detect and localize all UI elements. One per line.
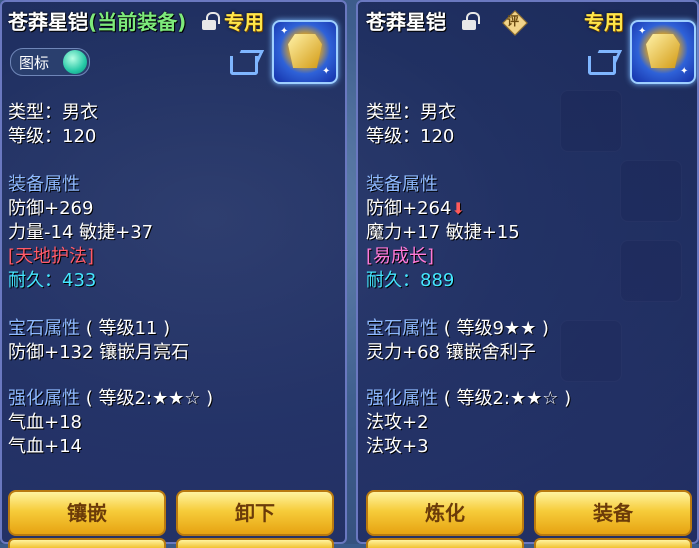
attr-defense: 防御+269 — [8, 198, 94, 219]
equipped-tag: (当前装备) — [88, 10, 187, 34]
enhance-attr-1: 气血+18 — [8, 412, 82, 433]
enhance-attr-row: 强化属性 ( 等级2:★★☆ ) — [8, 384, 213, 410]
gem-attr-row: 宝石属性 ( 等级9★★ ) — [366, 314, 549, 340]
item-name: 苍莽星铠 — [8, 10, 88, 34]
item-type: 类型：男衣 — [8, 102, 98, 123]
item-title: 苍莽星铠(当前装备) — [8, 6, 186, 35]
enhance-level: ( 等级2:★★☆ ) — [443, 388, 572, 409]
gem-level: ( 等级9★★ ) — [443, 318, 549, 339]
item-level: 等级：120 — [366, 126, 455, 147]
special-label: 专用 — [584, 10, 624, 34]
durability: 耐久：433 — [8, 270, 97, 291]
equip-attr-heading: 装备属性 — [366, 174, 438, 195]
special-skill: [天地护法] — [8, 246, 95, 267]
extra-button[interactable] — [534, 538, 692, 548]
item-name: 苍莽星铠 — [366, 10, 446, 34]
share-icon[interactable] — [588, 50, 623, 75]
inlay-button[interactable]: 镶嵌 — [8, 490, 166, 536]
extra-button[interactable] — [8, 538, 166, 548]
attr-defense-row: 防御+264⬇ — [366, 194, 465, 220]
armor-icon: ✦ ✦ — [272, 20, 338, 84]
attr-stats: 力量-14 敏捷+37 — [8, 222, 154, 243]
gem-attr-heading: 宝石属性 — [366, 318, 438, 339]
gem-level: ( 等级11 ) — [85, 318, 171, 339]
extra-button[interactable] — [366, 538, 524, 548]
extra-button[interactable] — [176, 538, 334, 548]
equip-button[interactable]: 装备 — [534, 490, 692, 536]
equip-attr-heading: 装备属性 — [8, 174, 80, 195]
down-arrow-icon: ⬇ — [451, 199, 465, 218]
durability: 耐久：889 — [366, 270, 455, 291]
gem-attr-heading: 宝石属性 — [8, 318, 80, 339]
item-level: 等级：120 — [8, 126, 97, 147]
enhance-attr-heading: 强化属性 — [8, 388, 80, 409]
icon-toggle-label: 图标 — [19, 54, 50, 72]
enhance-attr-heading: 强化属性 — [366, 388, 438, 409]
armor-icon: ✦ ✦ — [630, 20, 696, 84]
enhance-attr-2: 气血+14 — [8, 436, 82, 457]
unlock-icon[interactable] — [202, 12, 220, 30]
gem-attr: 防御+132 镶嵌月亮石 — [8, 342, 190, 363]
rate-badge-icon[interactable]: 评 — [502, 10, 528, 36]
rate-label: 评 — [507, 14, 520, 28]
compare-item-tooltip: 苍莽星铠 评 专用 ✦ ✦ 类型：男衣 等级：120 装备属性 防御+264⬇ … — [356, 0, 699, 548]
enhance-level: ( 等级2:★★☆ ) — [85, 388, 214, 409]
toggle-knob — [63, 50, 87, 74]
gem-attr-row: 宝石属性 ( 等级11 ) — [8, 314, 170, 340]
refine-button[interactable]: 炼化 — [366, 490, 524, 536]
special-label: 专用 — [224, 10, 264, 34]
enhance-attr-row: 强化属性 ( 等级2:★★☆ ) — [366, 384, 571, 410]
attr-defense: 防御+264 — [366, 198, 452, 219]
enhance-attr-2: 法攻+3 — [366, 436, 429, 457]
special-skill: [易成长] — [366, 246, 435, 267]
unlock-icon[interactable] — [462, 12, 480, 30]
item-type: 类型：男衣 — [366, 102, 456, 123]
icon-toggle[interactable]: 图标 — [10, 48, 90, 76]
gem-attr: 灵力+68 镶嵌舍利子 — [366, 342, 536, 363]
unequip-button[interactable]: 卸下 — [176, 490, 334, 536]
equipped-item-tooltip: 苍莽星铠(当前装备) 专用 ✦ ✦ 图标 类型：男衣 等级：120 装备属性 防… — [0, 0, 347, 548]
enhance-attr-1: 法攻+2 — [366, 412, 429, 433]
attr-stats: 魔力+17 敏捷+15 — [366, 222, 520, 243]
share-icon[interactable] — [230, 50, 265, 75]
